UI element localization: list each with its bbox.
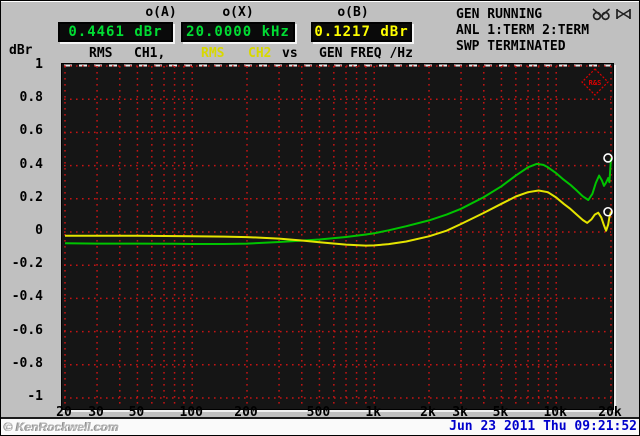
trace2-func-label: RMS [201,46,225,61]
y-tick-label: -0.2 [11,256,43,272]
y-tick-label: 0.8 [19,90,43,106]
swp-status: SWP TERMINATED [456,39,566,54]
trace2-channel-label: CH2 [248,46,272,61]
gen-status: GEN RUNNING [456,7,543,22]
y-tick-label: 0.4 [19,156,43,172]
analyzer-screen: o(A) o(X) o(B) 0.4461 dBr 20.0000 kHz 0.… [0,0,640,436]
trace-1 [64,157,612,245]
y-tick-label: -1 [27,389,43,404]
y-tick-label: 0 [35,223,43,238]
anl-status: ANL 1:TERM 2:TERM [456,23,590,38]
y-tick-label: 1 [35,57,43,72]
y-axis-unit-label: dBr [9,43,33,58]
status-icon-group [592,7,632,21]
datetime-text: Jun 23 2011 Thu 09:21:52 [449,419,637,434]
frequency-response-plot: R&S [61,63,614,410]
y-tick-label: -0.6 [11,322,43,338]
footer-strip: © KenRockwell.com Jun 23 2011 Thu 09:21:… [1,417,639,435]
vs-label: vs [282,46,298,61]
trace1-channel-label: CH1, [134,46,166,61]
cursor-marker-1 [603,153,613,163]
keyboard-lock-icon [592,8,610,21]
cursor-x-readout: 20.0000 kHz [181,22,295,42]
y-tick-label: -0.4 [11,289,43,305]
x-axis-func-label: GEN FREQ /Hz [319,46,413,61]
y-tick-label: 0.2 [19,189,43,205]
cursor-b-label: o(B) [337,5,369,20]
cursor-a-value: 0.4461 dBr [68,24,163,40]
plot-canvas: R&S [64,64,613,405]
speaker-muted-icon [616,9,631,19]
cursor-x-value: 20.0000 kHz [186,24,290,40]
rs-logo-text: R&S [589,79,602,87]
trace1-func-label: RMS [89,46,113,61]
y-tick-label: 0.6 [19,123,43,139]
y-tick-label: -0.8 [11,355,43,371]
watermark-text: © KenRockwell.com [4,420,119,434]
cursor-a-readout: 0.4461 dBr [58,22,173,42]
cursor-b-readout: 0.1217 dBr [311,22,412,42]
cursor-x-label: o(X) [222,5,254,20]
cursor-b-value: 0.1217 dBr [314,24,409,40]
